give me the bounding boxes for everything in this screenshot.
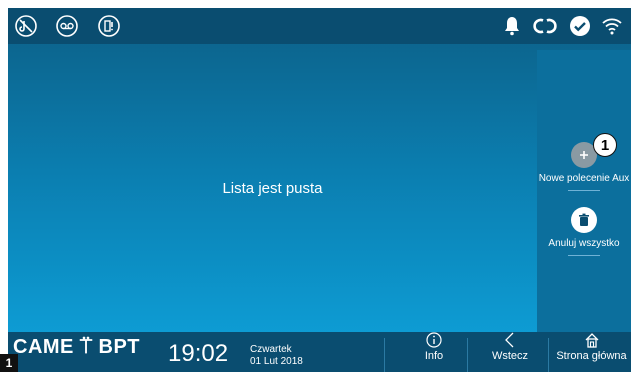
check-circle-icon[interactable] [568,14,592,38]
divider [548,338,549,372]
info-button[interactable]: Info [412,332,456,362]
add-aux-command-button[interactable]: Nowe polecenie Aux [537,142,631,191]
callout-marker: 1 [593,133,617,157]
do-not-disturb-icon[interactable] [14,14,38,38]
back-label: Wstecz [491,350,529,362]
trash-icon [571,207,597,233]
home-button[interactable]: Strona główna [552,332,631,362]
delete-all-label: Anuluj wszystko [548,238,620,249]
add-aux-command-label: Nowe polecenie Aux [538,173,630,184]
date: 01 Lut 2018 [250,356,303,367]
divider [568,190,600,191]
door-intercom-icon[interactable] [97,14,121,38]
came-bpt-logo: CAME ⍡ BPT [13,336,140,358]
bell-icon[interactable] [500,14,524,38]
delete-all-button[interactable]: Anuluj wszystko [537,207,631,256]
link-icon[interactable] [533,14,557,38]
status-bar [8,8,631,44]
divider [384,338,385,372]
back-button[interactable]: Wstecz [488,332,532,362]
voicemail-icon[interactable] [55,14,79,38]
page-number-badge: 1 [0,354,18,372]
clock-time: 19:02 [168,340,229,367]
intercom-screen: Lista jest pusta Nowe polecenie Aux Anul… [8,8,631,372]
divider [467,338,468,372]
empty-list-message: Lista jest pusta [222,180,323,197]
side-panel: Nowe polecenie Aux Anuluj wszystko [537,50,631,332]
chevron-left-icon [488,332,532,348]
info-icon [412,332,456,348]
info-label: Info [424,350,444,362]
weekday: Czwartek [250,344,292,355]
wifi-icon[interactable] [600,14,624,38]
home-icon [552,332,631,348]
home-label: Strona główna [556,350,627,362]
divider [568,255,600,256]
